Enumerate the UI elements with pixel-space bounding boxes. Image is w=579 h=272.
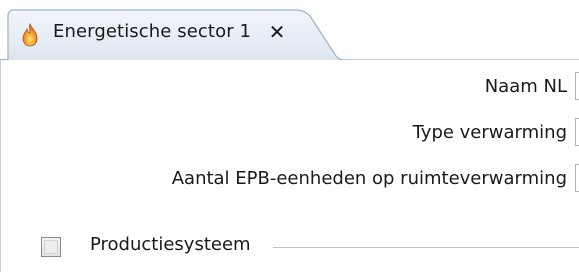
tab-strip: Energetische sector 1 ✕ <box>0 0 579 60</box>
productiesysteem-group-label: Productiesysteem <box>90 234 251 255</box>
aantal-epb-eenheden-input[interactable] <box>575 164 579 192</box>
naam-nl-input[interactable] <box>575 72 579 100</box>
flame-icon <box>20 22 40 47</box>
form-panel: Naam NL Type verwarming Aantal EPB-eenhe… <box>0 60 579 272</box>
field-label-aantal-epb-eenheden: Aantal EPB-eenheden op ruimteverwarming <box>171 168 567 189</box>
editor-window: Energetische sector 1 ✕ Naam NL Type ver… <box>0 0 579 272</box>
group-separator <box>273 247 579 248</box>
field-label-naam-nl: Naam NL <box>484 76 567 97</box>
productiesysteem-checkbox[interactable] <box>41 237 61 257</box>
tab-title[interactable]: Energetische sector 1 <box>53 21 251 42</box>
tab-close-icon[interactable]: ✕ <box>266 20 288 44</box>
type-verwarming-input[interactable] <box>575 118 579 146</box>
field-label-type-verwarming: Type verwarming <box>412 122 567 143</box>
